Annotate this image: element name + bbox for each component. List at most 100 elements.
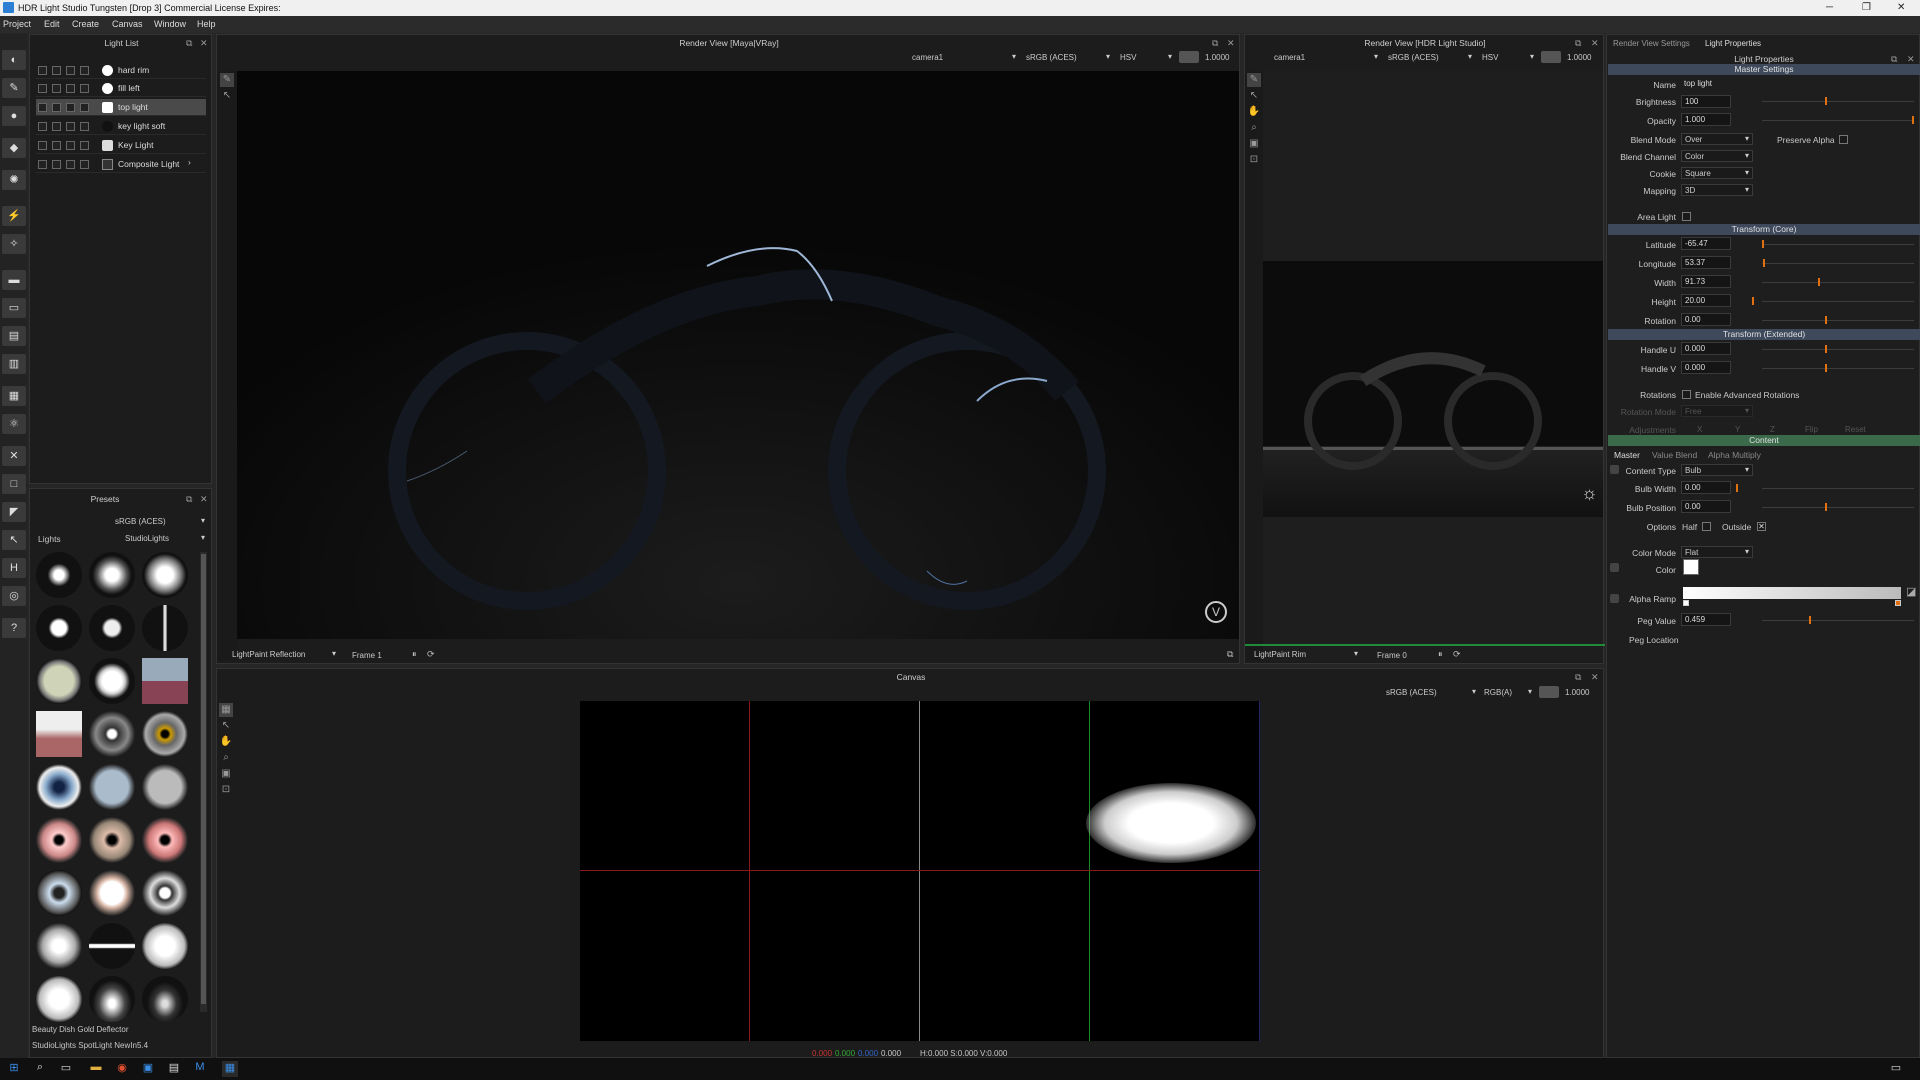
hdr-viewport[interactable]: ☼: [1263, 71, 1603, 661]
height-slider[interactable]: [1752, 297, 1914, 305]
preset-thumb[interactable]: [142, 552, 188, 598]
exposure-value[interactable]: 1.0000: [1567, 53, 1591, 62]
sphere-tool-icon[interactable]: ●: [2, 106, 26, 126]
exposure-value[interactable]: 1.0000: [1565, 688, 1589, 697]
notifications-icon[interactable]: ▭: [1888, 1061, 1904, 1077]
wand-tool-icon[interactable]: ⚡: [2, 206, 26, 226]
preset-thumb[interactable]: [142, 870, 188, 916]
presets-colorspace-select[interactable]: sRGB (ACES): [112, 516, 208, 528]
preset-thumb[interactable]: [36, 764, 82, 810]
sparkle-tool-icon[interactable]: ✧: [2, 234, 26, 254]
canvas-channel-select[interactable]: RGB(A): [1481, 687, 1535, 699]
pause-icon[interactable]: ⏸: [412, 649, 417, 660]
grid-icon[interactable]: ▦: [219, 703, 233, 717]
preset-thumb[interactable]: [142, 764, 188, 810]
preset-thumb[interactable]: [36, 552, 82, 598]
section-master-settings[interactable]: Master Settings: [1608, 64, 1920, 75]
refresh-icon[interactable]: ⟳: [1453, 649, 1461, 660]
pause-icon[interactable]: ⏸: [1438, 649, 1443, 660]
presets-scrollbar[interactable]: [200, 552, 207, 1012]
refresh-icon[interactable]: ⟳: [427, 649, 435, 660]
close-panel-icon[interactable]: ✕: [1227, 38, 1235, 49]
reset-button[interactable]: Reset: [1845, 425, 1866, 434]
pan-icon[interactable]: ✋: [1247, 105, 1261, 119]
preset-thumb[interactable]: [36, 976, 82, 1022]
mapping-select[interactable]: 3D: [1681, 184, 1753, 196]
adjust-y-button[interactable]: Y: [1735, 425, 1740, 434]
frame-icon[interactable]: ▣: [1247, 137, 1261, 151]
menu-help[interactable]: Help: [197, 19, 216, 29]
delete-tool-icon[interactable]: ✕: [2, 446, 26, 466]
color-mode-select[interactable]: HSV: [1479, 52, 1537, 64]
section-transform-core[interactable]: Transform (Core): [1608, 224, 1920, 235]
eraser-tool-icon[interactable]: ◆: [2, 138, 26, 158]
preset-thumb[interactable]: [36, 870, 82, 916]
rotation-mode-select[interactable]: Free: [1681, 405, 1753, 417]
atom-tool-icon[interactable]: ⚛: [2, 414, 26, 434]
close-panel-icon[interactable]: ✕: [200, 494, 208, 505]
undock-icon[interactable]: ⧉: [1575, 672, 1581, 683]
paint-icon[interactable]: ✎: [1247, 73, 1261, 87]
exposure-value[interactable]: 1.0000: [1205, 53, 1229, 62]
preset-thumb[interactable]: [89, 711, 135, 757]
alpha-ramp-gradient[interactable]: [1683, 587, 1901, 599]
light-row-fill-left[interactable]: fill left: [36, 80, 206, 97]
pan-icon[interactable]: ✋: [219, 735, 233, 749]
tab-content-master[interactable]: Master: [1614, 450, 1640, 460]
menu-edit[interactable]: Edit: [44, 19, 60, 29]
latitude-field[interactable]: -65.47: [1681, 237, 1731, 250]
lightpaint-mode-select[interactable]: LightPaint Rim: [1251, 649, 1361, 661]
peg-value-field[interactable]: 0.459: [1681, 613, 1731, 626]
select-icon[interactable]: ↖: [219, 719, 233, 733]
brightness-slider[interactable]: [1762, 97, 1914, 105]
task-view-icon[interactable]: ▭: [58, 1061, 74, 1077]
alpha-ramp-peg-right[interactable]: [1895, 600, 1901, 606]
colorspace-select[interactable]: sRGB (ACES): [1023, 52, 1113, 64]
maya-icon[interactable]: M: [192, 1061, 208, 1077]
preset-thumb[interactable]: [36, 923, 82, 969]
exposure-icon[interactable]: [1179, 51, 1199, 63]
file-explorer-icon[interactable]: ▬: [88, 1061, 104, 1077]
zoom-icon[interactable]: ⌕: [219, 751, 233, 765]
tab-light-properties[interactable]: Light Properties: [1705, 39, 1761, 48]
app-icon[interactable]: ▤: [166, 1061, 182, 1077]
select-icon[interactable]: ↖: [220, 89, 234, 103]
outside-checkbox[interactable]: ✕: [1757, 522, 1766, 531]
point-light-tool-icon[interactable]: ◐: [2, 50, 26, 70]
bulb-width-field[interactable]: 0.00: [1681, 481, 1731, 494]
preset-thumb[interactable]: [36, 605, 82, 651]
color-mode-select[interactable]: Flat: [1681, 546, 1753, 558]
undock-icon[interactable]: ⧉: [186, 494, 192, 505]
top-light-shape[interactable]: [1086, 783, 1256, 863]
opacity-field[interactable]: 1.000: [1681, 113, 1731, 126]
color-mode-select[interactable]: HSV: [1117, 52, 1175, 64]
ramp-edit-icon[interactable]: ◪: [1906, 585, 1916, 598]
blend-mode-select[interactable]: Over: [1681, 133, 1753, 145]
close-panel-icon[interactable]: ✕: [200, 38, 208, 49]
exposure-icon[interactable]: [1541, 51, 1561, 63]
handle-v-field[interactable]: 0.000: [1681, 361, 1731, 374]
camera-select[interactable]: camera1: [909, 52, 1019, 64]
frame-icon[interactable]: ▣: [219, 767, 233, 781]
preset-thumb[interactable]: [36, 711, 82, 757]
menu-window[interactable]: Window: [154, 19, 186, 29]
start-icon[interactable]: ⊞: [6, 1061, 22, 1077]
bulb-position-field[interactable]: 0.00: [1681, 500, 1731, 513]
preset-thumb[interactable]: [36, 817, 82, 863]
bulb-position-slider[interactable]: [1762, 503, 1914, 511]
handle-u-slider[interactable]: [1762, 345, 1914, 353]
brightness-field[interactable]: 100: [1681, 95, 1731, 108]
preset-thumb[interactable]: [89, 552, 135, 598]
area-light-checkbox[interactable]: [1682, 212, 1691, 221]
peg-value-slider[interactable]: [1762, 616, 1914, 624]
alpha-ramp-peg-left[interactable]: [1683, 600, 1689, 606]
half-checkbox[interactable]: [1702, 522, 1711, 531]
photoshop-icon[interactable]: ▣: [140, 1061, 156, 1077]
panel-tool-icon[interactable]: ▤: [2, 326, 26, 346]
preset-thumb[interactable]: [36, 658, 82, 704]
content-type-select[interactable]: Bulb: [1681, 464, 1753, 476]
camera-select[interactable]: camera1: [1271, 52, 1381, 64]
preset-thumb[interactable]: [89, 817, 135, 863]
tab-render-view-settings[interactable]: Render View Settings: [1613, 39, 1690, 48]
menu-canvas[interactable]: Canvas: [112, 19, 143, 29]
